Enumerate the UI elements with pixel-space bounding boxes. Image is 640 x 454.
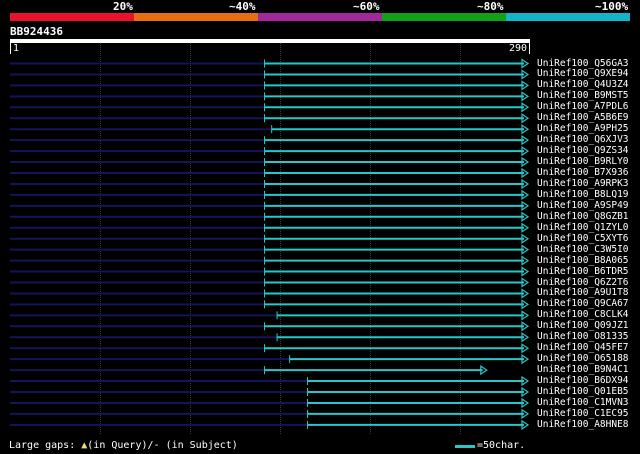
query-gap-text: (in Query)/ — [87, 440, 154, 451]
subject-gap-text: (in Subject) — [159, 440, 238, 451]
hit-label[interactable]: UniRef100_C3W5I0 — [537, 244, 629, 255]
hit-label[interactable]: UniRef100_C1EC95 — [537, 408, 629, 419]
hit-label[interactable]: UniRef100_Q6XJV3 — [537, 134, 629, 145]
hit-label[interactable]: UniRef100_A9RPK3 — [537, 178, 629, 189]
gap-legend-prefix: Large gaps: — [9, 440, 82, 451]
hit-label[interactable]: UniRef100_B9MST5 — [537, 90, 629, 101]
hit-label[interactable]: UniRef100_B8A065 — [537, 255, 629, 266]
gap-legend: Large gaps: ▲(in Query)/- (in Subject) — [9, 440, 238, 452]
hit-label[interactable]: UniRef100_Q1ZYL0 — [537, 222, 629, 233]
scale-bar — [455, 444, 475, 448]
hit-label[interactable]: UniRef100_B9N4C1 — [537, 364, 629, 375]
hit-label[interactable]: UniRef100_Q45FE7 — [537, 342, 629, 353]
hit-label[interactable]: UniRef100_B6TDR5 — [537, 266, 629, 277]
hit-label[interactable]: UniRef100_A5B6E9 — [537, 112, 629, 123]
hit-label[interactable]: UniRef100_Q8GZB1 — [537, 211, 629, 222]
hit-label[interactable]: UniRef100_O65188 — [537, 353, 629, 364]
hit-label[interactable]: UniRef100_Q6Z2T6 — [537, 277, 629, 288]
hit-label[interactable]: UniRef100_A9PH25 — [537, 123, 629, 134]
hit-label[interactable]: UniRef100_Q09JZ1 — [537, 320, 629, 331]
hit-label[interactable]: UniRef100_B9RLY0 — [537, 156, 629, 167]
hit-label[interactable]: UniRef100_Q9CA67 — [537, 298, 629, 309]
hit-label[interactable]: UniRef100_Q4U3Z4 — [537, 79, 629, 90]
scale-legend: =50char. — [455, 440, 525, 452]
hit-label[interactable]: UniRef100_Q9XE94 — [537, 68, 629, 79]
hit-label[interactable]: UniRef100_A8HNE8 — [537, 419, 629, 430]
hit-label[interactable]: UniRef100_B7X936 — [537, 167, 629, 178]
hit-label[interactable]: UniRef100_C5XYT6 — [537, 233, 629, 244]
hit-label[interactable]: UniRef100_B8LQ19 — [537, 189, 629, 200]
hit-label[interactable]: UniRef100_C1MVN3 — [537, 397, 629, 408]
hit-label[interactable]: UniRef100_Q9ZS34 — [537, 145, 629, 156]
hit-label[interactable]: UniRef100_A9U1T8 — [537, 287, 629, 298]
hit-label[interactable]: UniRef100_A7PDL6 — [537, 101, 629, 112]
scale-legend-text: =50char. — [477, 440, 526, 451]
hit-label[interactable]: UniRef100_B6DX94 — [537, 375, 629, 386]
hit-label[interactable]: UniRef100_O81335 — [537, 331, 629, 342]
hit-label[interactable]: UniRef100_C8CLK4 — [537, 309, 629, 320]
hit-label[interactable]: UniRef100_A9SP49 — [537, 200, 629, 211]
hit-label[interactable]: UniRef100_Q56GA3 — [537, 58, 629, 69]
hit-label[interactable]: UniRef100_Q01EB5 — [537, 386, 629, 397]
